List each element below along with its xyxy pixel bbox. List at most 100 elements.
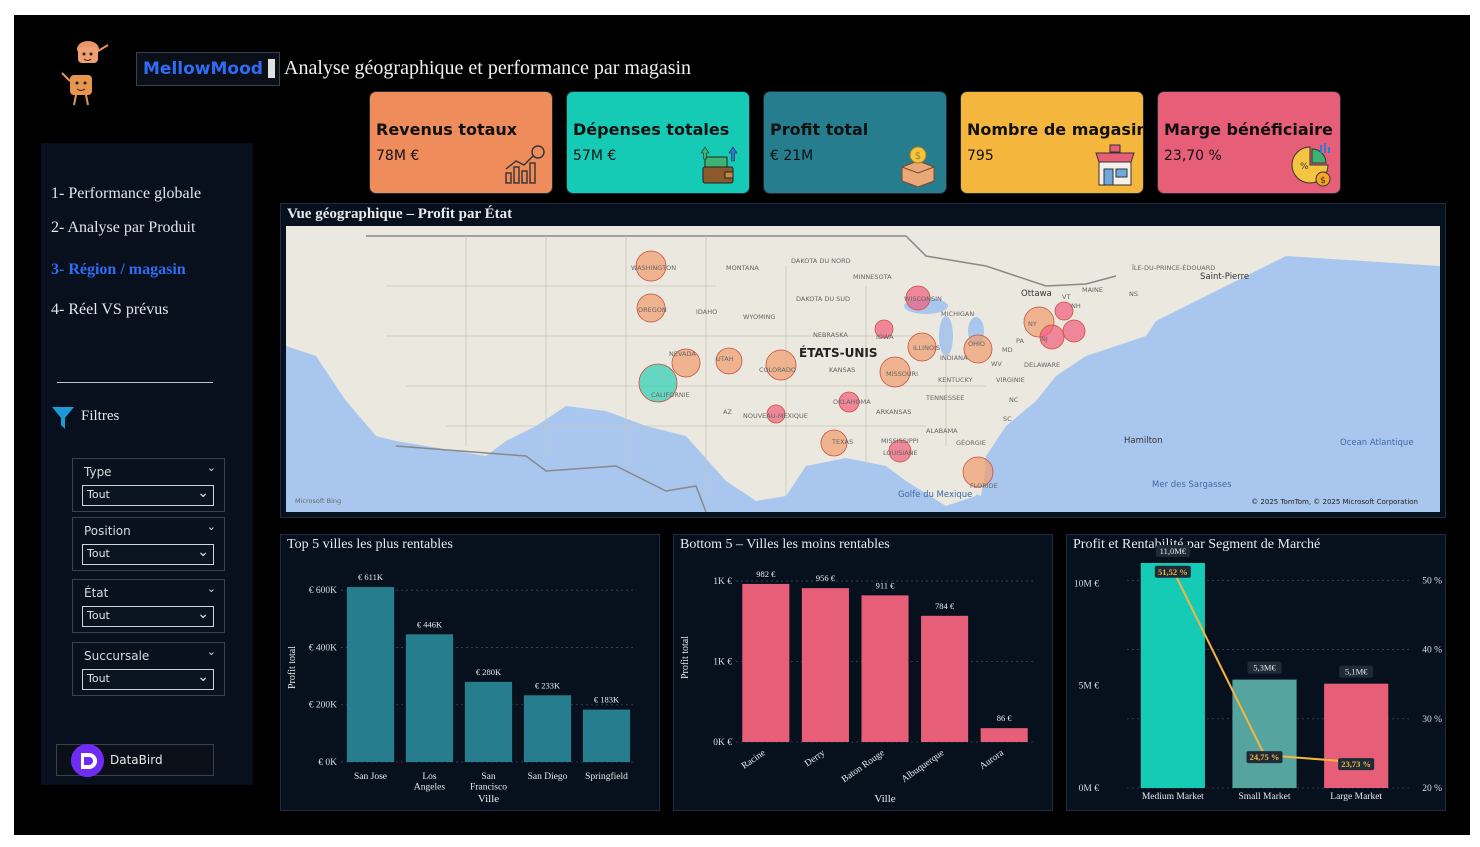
bar-data-label: 86 € (997, 713, 1013, 723)
y-left-tick-label: 0M € (1079, 784, 1100, 794)
chevron-down-icon[interactable]: ⌄ (207, 645, 216, 658)
map-place-label: PA (1016, 337, 1025, 345)
map-place-label: Mer des Sargasses (1152, 480, 1232, 490)
state-profit-bubble (765, 349, 797, 381)
chevron-down-icon: ⌄ (197, 485, 209, 501)
y-tick-label: 0K € (713, 738, 732, 748)
chevron-down-icon[interactable]: ⌄ (207, 461, 216, 474)
map-place-label: NJ (1041, 335, 1048, 343)
kpi-value: 78M € (376, 148, 420, 164)
type-dropdown[interactable]: Tout ⌄ (82, 485, 214, 506)
x-tick-label: Angeles (414, 783, 445, 793)
map-place-label: COLORADO (759, 366, 796, 374)
chevron-down-icon[interactable]: ⌄ (207, 582, 216, 595)
bar (1324, 683, 1389, 788)
databird-label: DataBird (110, 753, 163, 767)
y-axis-label: Profit total (287, 646, 298, 689)
map-place-label: NY (1028, 320, 1037, 328)
bar (1140, 563, 1205, 788)
dropdown-value: Tout (87, 488, 110, 501)
kpi-value: € 21M (770, 148, 814, 164)
map-bing-logo: Microsoft Bing (295, 497, 341, 505)
profit-map[interactable]: WASHINGTON MONTANA DAKOTA DU NORD MINNESOTA… (286, 226, 1440, 512)
map-place-label: MISSOURI (886, 370, 918, 378)
bottom5-chart: 0K € 1K € 1K € 982 € Racine 956 € Derry 911 € Ba… (680, 569, 1034, 805)
top5-panel: Top 5 villes les plus rentables € 0K € 20… (280, 534, 660, 811)
slicer-position: Position ⌄ Tout ⌄ (72, 517, 225, 571)
chevron-down-icon: ⌄ (197, 669, 209, 685)
top5-chart: € 0K € 200K € 400K € 600K € 611K San Jose € 44… (287, 572, 636, 805)
svg-text:$: $ (915, 151, 921, 162)
nav-analyse-produit[interactable]: 2- Analyse par Produit (51, 219, 195, 237)
databird-button[interactable]: DataBird (56, 744, 214, 777)
slicer-title: Succursale (84, 649, 150, 663)
bar (742, 583, 790, 742)
y-tick-label: 1K € (713, 577, 732, 587)
position-dropdown[interactable]: Tout ⌄ (82, 544, 214, 565)
x-tick-label: Francisco (470, 783, 507, 793)
line-data-label: 24,75 % (1250, 752, 1280, 762)
map-place-label: MAINE (1082, 286, 1103, 294)
nav-performance-globale[interactable]: 1- Performance globale (51, 185, 201, 203)
map-place-label: IDAHO (696, 308, 717, 316)
sidebar-divider (57, 382, 213, 383)
map-place-label: ALABAMA (926, 427, 958, 435)
map-place-label: OKLAHOMA (833, 398, 871, 406)
x-tick-label: San Jose (354, 772, 387, 782)
kpi-title: Revenus totaux (376, 120, 518, 139)
page-title: Analyse géographique et performance par … (284, 57, 692, 79)
dashboard-frame: MellowMood Analyse géographique et perfo… (14, 15, 1470, 835)
svg-text:%: % (1300, 162, 1309, 172)
bar-data-label: € 183K (594, 695, 620, 705)
kpi-value: 57M € (573, 148, 617, 164)
map-place-label: IOWA (876, 333, 894, 341)
filter-icon (52, 407, 74, 429)
brand-name: MellowMood (143, 59, 263, 79)
y-axis-label: Profit total (680, 636, 691, 679)
kpi-title: Nombre de magasin (967, 120, 1144, 139)
nav-reel-vs-prevus[interactable]: 4- Réel VS prévus (51, 301, 168, 319)
line-data-label: 23,73 % (1341, 759, 1371, 769)
bar (582, 709, 631, 762)
x-tick-label: San (481, 772, 496, 782)
map-place-label: OREGON (638, 306, 667, 314)
map-place-label: UTAH (716, 355, 734, 363)
kpi-title: Marge bénéficiaire (1164, 120, 1333, 139)
bottom5-panel: Bottom 5 – Villes les moins rentables 0K… (673, 534, 1053, 811)
kpi-title: Profit total (770, 120, 869, 139)
bar (921, 615, 969, 742)
map-place-label: OHIO (968, 340, 985, 348)
map-panel: Vue géographique – Profit par État WASHI… (280, 203, 1446, 518)
map-place-label: Hamilton (1124, 436, 1163, 446)
bar-data-label: 982 € (756, 569, 776, 579)
dropdown-value: Tout (87, 609, 110, 622)
kpi-marge-beneficiaire: Marge bénéficiaire 23,70 % $ % (1157, 91, 1341, 194)
bar-data-label: € 446K (417, 619, 443, 629)
map-place-label: WISCONSIN (904, 295, 942, 303)
slicer-title: État (84, 586, 109, 600)
bar (405, 634, 454, 762)
map-place-label: Ottawa (1021, 289, 1052, 299)
etat-dropdown[interactable]: Tout ⌄ (82, 606, 214, 627)
map-place-label: MINNESOTA (853, 273, 892, 281)
bar (801, 588, 849, 742)
coin-box-icon: $ (901, 146, 935, 187)
map-place-label: CALIFORNIE (651, 391, 690, 399)
bar (980, 728, 1028, 742)
slicer-title: Position (84, 524, 131, 538)
map-place-label: DAKOTA DU NORD (791, 257, 851, 265)
x-tick-label: Small Market (1239, 792, 1291, 802)
store-icon (1095, 144, 1135, 186)
succursale-dropdown[interactable]: Tout ⌄ (82, 669, 214, 690)
map-place-label: ARKANSAS (876, 408, 911, 416)
bar-data-label: 911 € (876, 580, 896, 590)
bar (861, 595, 909, 742)
map-place-label: WV (991, 360, 1002, 368)
nav-region-magasin[interactable]: 3- Région / magasin (51, 261, 186, 279)
x-tick-label: Los (422, 772, 437, 782)
map-place-label: KENTUCKY (938, 376, 973, 384)
line-data-label: 51,52 % (1158, 567, 1188, 577)
chevron-down-icon[interactable]: ⌄ (207, 520, 216, 533)
map-place-label: NOUVEAU-MEXIQUE (743, 412, 808, 420)
x-tick-label: Large Market (1330, 792, 1382, 802)
